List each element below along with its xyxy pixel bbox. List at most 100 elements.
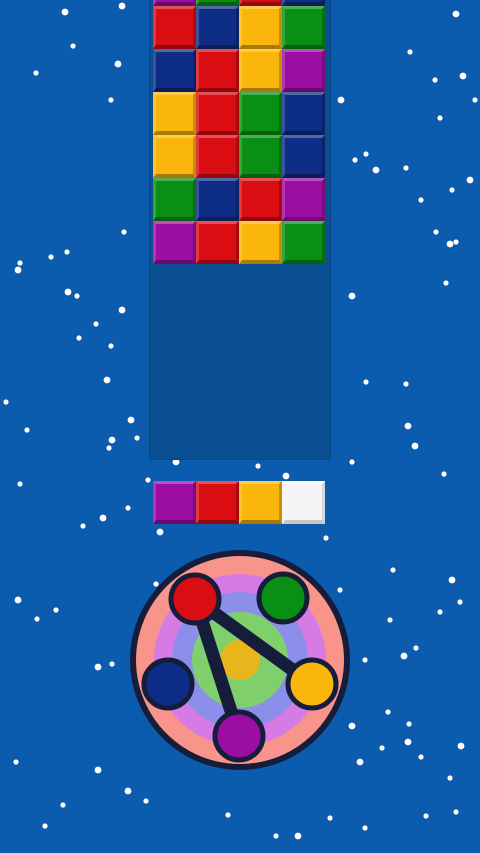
snowflake [323, 535, 329, 541]
tile-purple [282, 178, 325, 221]
tile-green [153, 178, 196, 221]
tile-purple [282, 49, 325, 92]
snowflake [423, 813, 429, 819]
next-row-preview [153, 481, 325, 524]
snowflake [418, 754, 424, 760]
snowflake [80, 523, 86, 529]
snowflake [94, 663, 102, 671]
next-tile-yellow [239, 481, 282, 524]
snowflake [118, 306, 126, 314]
snowflake [17, 260, 23, 266]
tile-blue [196, 178, 239, 221]
tile-grid [153, 0, 325, 264]
snowflake [362, 657, 368, 663]
snowflake [93, 321, 99, 327]
snowflake [74, 293, 80, 299]
snowflake [390, 567, 396, 573]
snowflake [404, 738, 412, 746]
tile-red [196, 135, 239, 178]
snowflake [76, 335, 82, 341]
snowflake [282, 472, 290, 480]
snowflake [14, 266, 22, 274]
snowflake [466, 176, 474, 184]
tile-green [239, 135, 282, 178]
snowflake [413, 645, 419, 651]
color-node-blue[interactable] [141, 657, 195, 711]
color-node-green[interactable] [256, 571, 310, 625]
snowflake [363, 379, 369, 385]
snowflake [443, 280, 449, 286]
snowflake [3, 399, 9, 405]
tile-yellow [239, 6, 282, 49]
snowflake [24, 427, 30, 433]
tile-green [239, 92, 282, 135]
snowflake [53, 607, 59, 613]
snowflake [337, 96, 345, 104]
snowflake [294, 832, 302, 840]
snowflake [103, 376, 111, 384]
color-node-yellow[interactable] [285, 657, 339, 711]
tile-green [282, 6, 325, 49]
tile-green [282, 221, 325, 264]
tile-blue [282, 92, 325, 135]
tile-purple [153, 221, 196, 264]
game-stage [0, 0, 480, 853]
tile-yellow [239, 221, 282, 264]
next-tile-red [196, 481, 239, 524]
tile-blue [196, 6, 239, 49]
snowflake [352, 157, 358, 163]
snowflake [13, 759, 19, 765]
snowflake [400, 652, 408, 660]
tile-red [196, 49, 239, 92]
snowflake [109, 661, 115, 667]
tile-yellow [239, 49, 282, 92]
snowflake [385, 709, 391, 715]
snowflake [449, 187, 455, 193]
snowflake [106, 445, 112, 451]
tile-blue [282, 135, 325, 178]
snowflake [407, 49, 413, 55]
snowflake [437, 115, 443, 121]
next-tile-purple [153, 481, 196, 524]
snowflake [447, 775, 453, 781]
snowflake [404, 422, 412, 430]
snowflake [255, 463, 261, 469]
snowflake [472, 97, 478, 103]
snowflake [403, 381, 409, 387]
snowflake [125, 505, 131, 511]
snowflake [372, 166, 380, 174]
tile-red [239, 178, 282, 221]
snowflake [406, 721, 412, 727]
snowflake [156, 528, 164, 536]
snowflake [94, 766, 102, 774]
snowflake [418, 197, 424, 203]
tile-yellow [153, 92, 196, 135]
color-selector-wheel[interactable] [128, 548, 352, 772]
snowflake [349, 459, 355, 465]
snowflake [457, 742, 465, 750]
snowflake [452, 10, 460, 18]
snowflake [403, 165, 409, 171]
snowflake [411, 442, 419, 450]
snowflake [134, 435, 140, 441]
snowflake [118, 2, 126, 10]
snowflake [433, 229, 439, 235]
snowflake [114, 60, 122, 68]
snowflake [348, 292, 356, 300]
tile-yellow [153, 135, 196, 178]
snowflake [61, 8, 69, 16]
snowflake [327, 815, 333, 821]
snowflake [108, 97, 114, 103]
snowflake [143, 798, 149, 804]
snowflake [362, 825, 368, 831]
snowflake [145, 477, 151, 483]
tile-red [153, 6, 196, 49]
color-node-purple[interactable] [212, 709, 266, 763]
snowflake [60, 802, 66, 808]
snowflake [446, 240, 454, 248]
snowflake [108, 436, 116, 444]
snowflake [121, 229, 127, 235]
snowflake [64, 249, 70, 255]
color-node-red[interactable] [168, 572, 222, 626]
snowflake [432, 77, 438, 83]
